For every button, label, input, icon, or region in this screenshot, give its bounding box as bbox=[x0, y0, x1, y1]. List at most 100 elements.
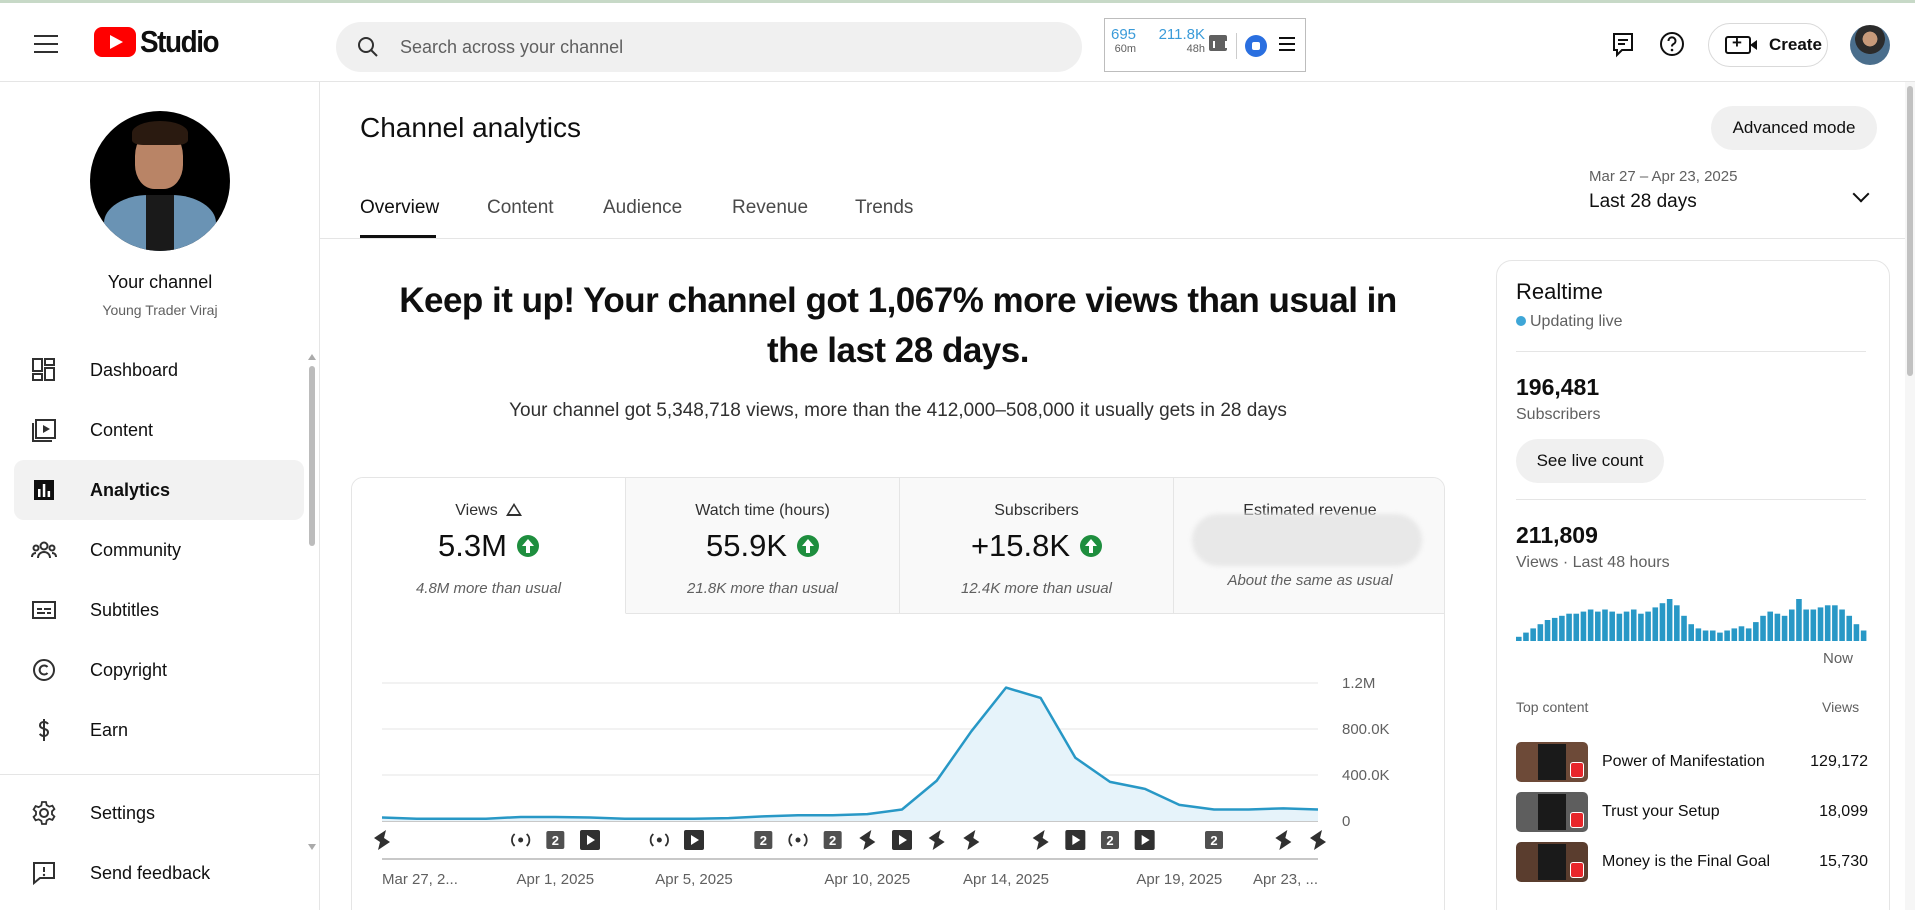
tab-revenue[interactable]: Revenue bbox=[732, 197, 808, 219]
hourly-views-bar bbox=[1760, 615, 1766, 641]
sidebar-item-dashboard[interactable]: Dashboard bbox=[14, 340, 304, 400]
x-tick-label: Apr 23, ... bbox=[1253, 871, 1318, 888]
hourly-views-bar bbox=[1580, 611, 1587, 641]
channel-avatar[interactable] bbox=[90, 111, 230, 251]
hourly-views-bar bbox=[1846, 615, 1853, 641]
account-avatar[interactable] bbox=[1850, 25, 1890, 65]
menu-icon[interactable] bbox=[30, 31, 62, 55]
realtime-views-label: Views · Last 48 hours bbox=[1516, 554, 1670, 571]
realtime-views-chart[interactable] bbox=[1516, 591, 1868, 641]
hourly-views-bar bbox=[1774, 613, 1781, 641]
live-marker-icon bbox=[795, 837, 801, 843]
dollar-icon bbox=[38, 719, 50, 741]
shorts-marker-icon bbox=[1032, 830, 1049, 850]
channel-name: Young Trader Viraj bbox=[102, 302, 218, 318]
upload-count-label: 2 bbox=[829, 833, 836, 848]
divider bbox=[1236, 33, 1237, 59]
hourly-views-bar bbox=[1803, 609, 1809, 641]
tab-content[interactable]: Content bbox=[487, 197, 554, 219]
tab-overview[interactable]: Overview bbox=[360, 197, 439, 219]
hourly-views-bar bbox=[1623, 611, 1630, 641]
shorts-icon bbox=[1570, 862, 1584, 878]
feedback-icon bbox=[33, 862, 55, 886]
top-content-item[interactable]: Money is the Final Goal 15,730 bbox=[1516, 842, 1868, 882]
advanced-mode-button[interactable]: Advanced mode bbox=[1711, 106, 1877, 150]
ext-60m-views: 695 bbox=[1111, 26, 1137, 43]
hourly-views-bar bbox=[1724, 630, 1730, 641]
copyright-icon bbox=[33, 659, 55, 681]
sidebar-item-analytics[interactable]: Analytics bbox=[14, 460, 304, 520]
hourly-views-bar bbox=[1559, 615, 1565, 641]
create-button[interactable]: Create bbox=[1708, 23, 1828, 67]
extension-logo-icon[interactable] bbox=[1245, 35, 1267, 57]
hourly-views-bar bbox=[1674, 605, 1680, 641]
sidebar-item-copyright[interactable]: Copyright bbox=[14, 640, 304, 700]
search-bar[interactable] bbox=[336, 22, 1082, 72]
hourly-views-bar bbox=[1695, 628, 1702, 641]
create-video-icon bbox=[1725, 33, 1757, 54]
hourly-views-bar bbox=[1616, 613, 1623, 641]
hourly-views-bar bbox=[1817, 607, 1824, 641]
hourly-views-bar bbox=[1638, 613, 1644, 641]
realtime-title: Realtime bbox=[1516, 279, 1603, 304]
sidebar-item-subtitles[interactable]: Subtitles bbox=[14, 580, 304, 640]
divider bbox=[1516, 351, 1866, 352]
shorts-marker-icon bbox=[859, 830, 876, 850]
help-icon[interactable] bbox=[1657, 29, 1687, 59]
top-content-title: Trust your Setup bbox=[1602, 803, 1720, 820]
ext-60m-label: 60m bbox=[1114, 43, 1137, 55]
sidebar-item-label: Copyright bbox=[90, 659, 168, 680]
top-content-label: Top content bbox=[1516, 699, 1589, 715]
sidebar-item-label: Analytics bbox=[90, 479, 171, 500]
live-marker-icon bbox=[656, 837, 662, 843]
shorts-marker-icon bbox=[1310, 830, 1326, 850]
extension-menu-icon[interactable] bbox=[1279, 37, 1295, 55]
search-input[interactable] bbox=[400, 36, 1000, 58]
y-tick-label: 800.0K bbox=[1342, 721, 1390, 738]
youtube-logo-icon bbox=[94, 27, 136, 57]
hourly-views-bar bbox=[1709, 630, 1716, 641]
hourly-views-bar bbox=[1659, 603, 1666, 641]
hourly-views-bar bbox=[1573, 613, 1580, 641]
content-icon bbox=[32, 419, 56, 442]
top-content-item[interactable]: Trust your Setup 18,099 bbox=[1516, 792, 1868, 832]
hourly-views-bar bbox=[1853, 624, 1860, 641]
feedback-messages-icon[interactable] bbox=[1608, 29, 1638, 59]
sidebar-item-send-feedback[interactable]: Send feedback bbox=[14, 843, 304, 903]
sidebar-scrollbar[interactable] bbox=[308, 354, 316, 854]
insight-headline: Keep it up! Your channel got 1,067% more… bbox=[399, 281, 1397, 370]
hourly-views-bar bbox=[1595, 611, 1601, 641]
logo-text: Studio bbox=[140, 24, 220, 59]
shorts-marker-icon bbox=[928, 830, 945, 850]
views-chart[interactable]: 0 400.0K 800.0K 1.2M 2 2 2 2 2 Mar 27, 2... Apr 1,… bbox=[352, 478, 1445, 910]
hourly-views-bar bbox=[1516, 636, 1522, 641]
bar-chart-icon[interactable] bbox=[1209, 35, 1227, 51]
upload-count-label: 2 bbox=[760, 833, 767, 848]
top-content-item[interactable]: Power of Manifestation 129,172 bbox=[1516, 742, 1868, 782]
hourly-views-bar bbox=[1745, 628, 1752, 641]
sidebar-item-label: Subtitles bbox=[90, 599, 160, 620]
views-line bbox=[381, 686, 1319, 820]
see-live-count-button[interactable]: See live count bbox=[1516, 439, 1664, 483]
ext-48h: 211.8K 48h bbox=[1145, 26, 1205, 55]
realtime-status-text: Updating live bbox=[1530, 313, 1623, 330]
tab-trends[interactable]: Trends bbox=[855, 197, 913, 219]
channel-title: Your channel bbox=[107, 272, 213, 292]
shorts-icon bbox=[1570, 812, 1584, 828]
date-range-selector[interactable]: Mar 27 – Apr 23, 2025 Last 28 days bbox=[1589, 168, 1899, 213]
views-extension-widget[interactable]: 695 60m 211.8K 48h bbox=[1104, 18, 1306, 72]
now-label: Now bbox=[1823, 650, 1854, 667]
hourly-views-bar bbox=[1566, 613, 1572, 641]
sidebar-item-label: Content bbox=[90, 419, 154, 440]
realtime-subscribers-label: Subscribers bbox=[1516, 406, 1601, 423]
hourly-views-bar bbox=[1788, 609, 1795, 641]
hourly-views-bar bbox=[1688, 624, 1694, 641]
page-scrollbar[interactable] bbox=[1905, 82, 1915, 910]
sidebar-item-content[interactable]: Content bbox=[14, 400, 304, 460]
hourly-views-bar bbox=[1796, 599, 1802, 641]
sidebar-item-community[interactable]: Community bbox=[14, 520, 304, 580]
sidebar-item-settings[interactable]: Settings bbox=[14, 783, 304, 843]
tab-audience[interactable]: Audience bbox=[603, 197, 682, 219]
studio-logo[interactable]: Studio bbox=[94, 24, 227, 59]
sidebar-item-earn[interactable]: Earn bbox=[14, 700, 304, 760]
